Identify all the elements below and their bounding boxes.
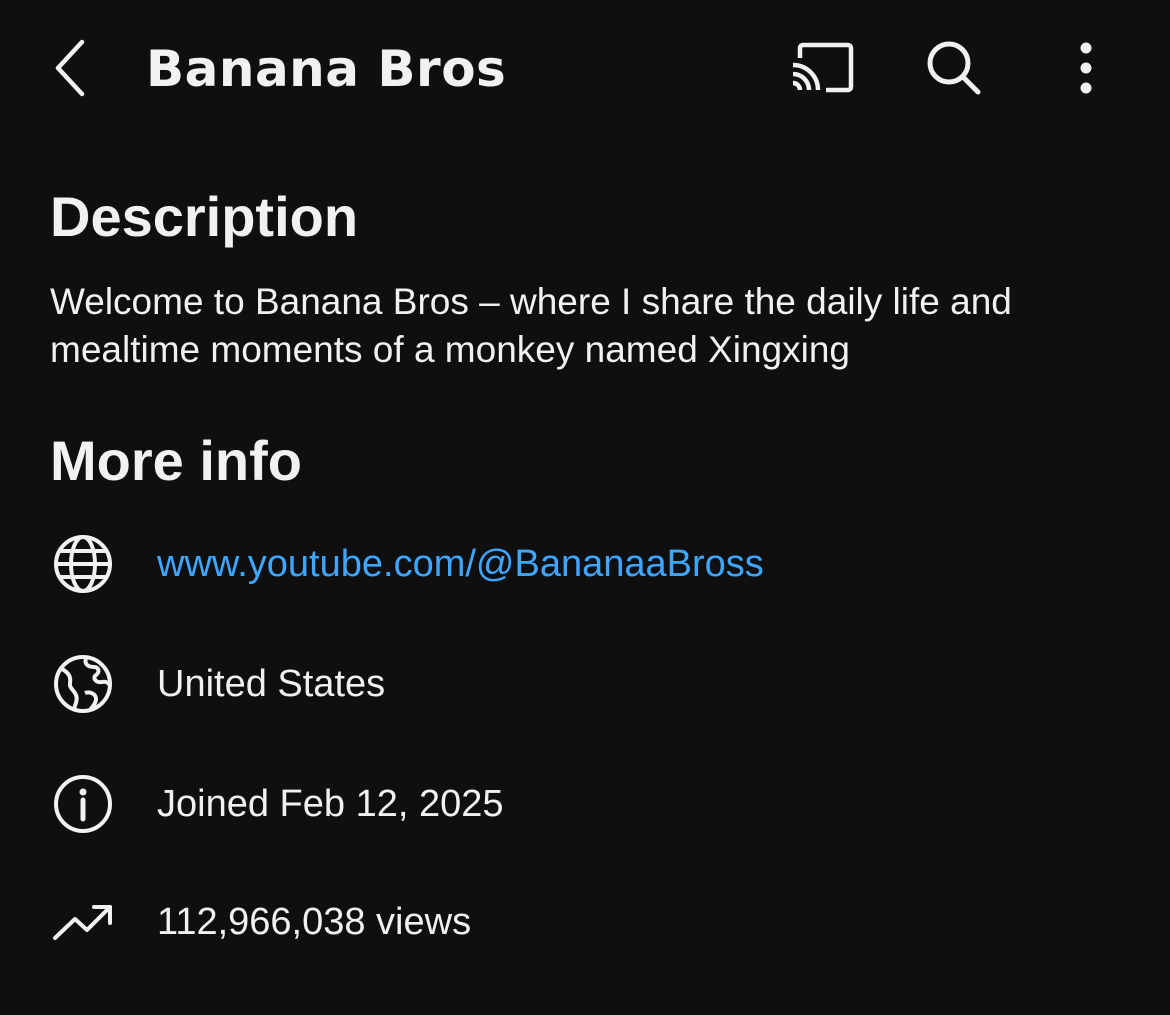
search-button[interactable] xyxy=(914,30,994,106)
info-row-country: United States xyxy=(50,644,1130,724)
info-icon xyxy=(50,771,116,837)
channel-link[interactable]: www.youtube.com/@BananaaBross xyxy=(157,540,764,588)
info-row-views: 112,966,038 views xyxy=(50,882,1130,962)
back-button[interactable] xyxy=(40,30,100,106)
trending-up-icon xyxy=(50,889,116,955)
joined-date-text: Joined Feb 12, 2025 xyxy=(157,783,504,825)
more-info-heading: More info xyxy=(50,429,302,492)
description-heading: Description xyxy=(50,185,359,248)
info-row-joined: Joined Feb 12, 2025 xyxy=(50,764,1130,844)
search-icon xyxy=(927,41,981,95)
views-count-text: 112,966,038 views xyxy=(157,901,472,943)
country-text: United States xyxy=(157,663,386,705)
earth-icon xyxy=(50,651,116,717)
chevron-left-icon xyxy=(55,39,85,97)
channel-description: Welcome to Banana Bros – where I share t… xyxy=(50,281,1012,370)
cast-icon xyxy=(792,42,854,93)
more-options-button[interactable] xyxy=(1046,30,1126,106)
info-row-link[interactable]: www.youtube.com/@BananaaBross xyxy=(50,524,1130,604)
channel-title: Banana Bros xyxy=(146,40,507,98)
more-vertical-icon xyxy=(1080,42,1092,94)
top-app-bar: Banana Bros xyxy=(0,0,1170,140)
cast-button[interactable] xyxy=(782,30,862,106)
globe-icon xyxy=(50,531,116,597)
